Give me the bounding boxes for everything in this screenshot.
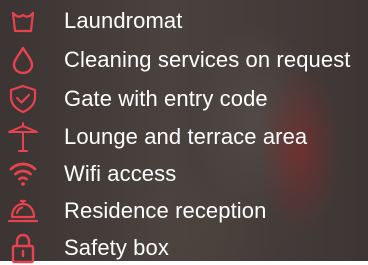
amenity-label: Cleaning services on request xyxy=(64,47,351,72)
amenity-label: Wifi access xyxy=(64,161,177,186)
amenity-label: Lounge and terrace area xyxy=(64,124,308,149)
parasol-icon xyxy=(6,122,40,152)
water-drop-icon xyxy=(6,45,40,75)
wifi-icon xyxy=(6,159,40,189)
amenity-cleaning: Cleaning services on request xyxy=(0,43,368,77)
padlock-icon xyxy=(6,233,40,264)
amenity-gate: Gate with entry code xyxy=(0,82,368,116)
amenity-wifi: Wifi access xyxy=(0,157,368,191)
amenity-reception: Residence reception xyxy=(0,194,368,228)
amenity-lounge: Lounge and terrace area xyxy=(0,120,368,154)
amenity-label: Safety box xyxy=(64,235,169,260)
amenity-laundromat: Laundromat xyxy=(0,4,368,38)
amenity-label: Gate with entry code xyxy=(64,86,268,111)
shield-check-icon xyxy=(6,84,40,114)
laundry-basket-icon xyxy=(6,6,40,36)
reception-bell-icon xyxy=(6,196,40,226)
amenity-safety-box: Safety box xyxy=(0,231,368,265)
amenity-label: Laundromat xyxy=(64,8,183,33)
amenity-label: Residence reception xyxy=(64,198,267,223)
